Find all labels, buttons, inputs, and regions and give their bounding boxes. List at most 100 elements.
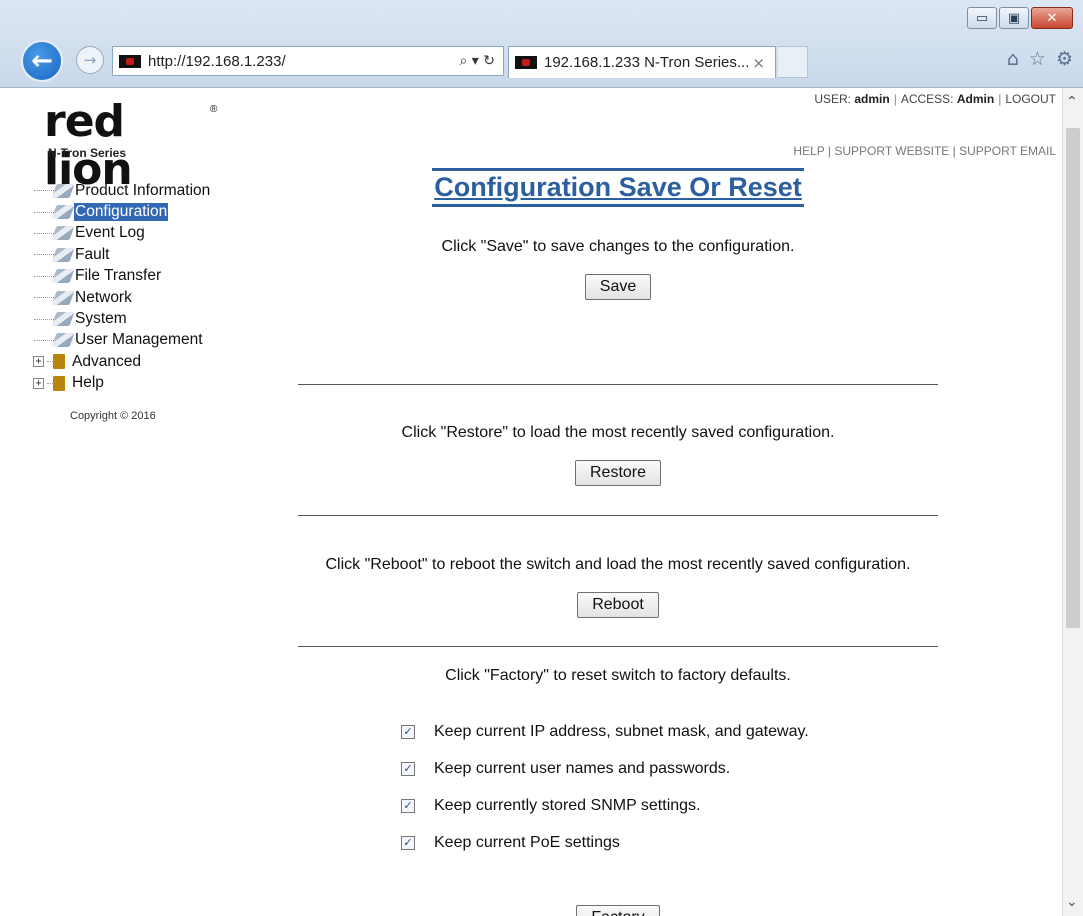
access-level: Admin [956,92,995,106]
reboot-button[interactable]: Reboot [577,592,659,618]
keep-snmp-label: Keep currently stored SNMP settings. [434,796,701,814]
registered-mark: ® [210,104,218,115]
sidebar-item-network[interactable]: Network [34,287,234,308]
sidebar-item-fault[interactable]: Fault [34,244,234,265]
page-icon [51,290,75,305]
factory-button-row: Factory [298,905,938,916]
sidebar-item-label: User Management [75,331,203,349]
user-label: USER: [814,92,852,106]
keep-users-label: Keep current user names and passwords. [434,759,731,777]
save-button[interactable]: Save [584,274,652,300]
page-icon [51,312,75,327]
gear-icon[interactable]: ⚙ [1056,48,1073,70]
window-controls: ▭ ▣ ✕ [967,7,1073,29]
back-button[interactable]: ← [21,40,63,82]
address-bar[interactable]: http://192.168.1.233/ ⌕ ▾ ↻ [112,46,504,76]
sidebar-tree: Product Information Configuration Event … [33,180,234,394]
keep-ip-checkbox[interactable]: ✓ [401,724,415,739]
factory-description: Click "Factory" to reset switch to facto… [445,667,791,684]
search-refresh-controls[interactable]: ⌕ ▾ ↻ [460,53,496,69]
sidebar-item-label: File Transfer [75,267,162,285]
browser-window: ▭ ▣ ✕ ← → http://192.168.1.233/ ⌕ ▾ ↻ 19… [0,0,1083,916]
page-icon [51,333,75,348]
minimize-button[interactable]: ▭ [967,7,997,29]
keep-snmp-option[interactable]: ✓ Keep currently stored SNMP settings. [401,787,938,824]
tab-title: 192.168.1.233 N-Tron Series... [544,54,750,71]
copyright-text: Copyright © 2016 [70,410,156,422]
save-section: Click "Save" to save changes to the conf… [298,212,938,384]
sidebar-item-help[interactable]: + Help [33,373,234,394]
page-icon [51,226,75,241]
scrollbar-thumb[interactable] [1066,128,1080,628]
favicon-icon [119,54,141,68]
support-website-link[interactable]: SUPPORT WEBSITE [834,144,949,158]
browser-tools: ⌂ ☆ ⚙ [1007,48,1073,70]
star-icon[interactable]: ☆ [1029,48,1046,70]
keep-poe-label: Keep current PoE settings [434,833,620,851]
forward-button[interactable]: → [76,46,104,74]
sidebar-item-label: Event Log [75,224,145,242]
close-window-button[interactable]: ✕ [1031,7,1073,29]
save-description: Click "Save" to save changes to the conf… [441,238,795,255]
help-links: HELP | SUPPORT WEBSITE | SUPPORT EMAIL [793,144,1056,158]
address-url[interactable]: http://192.168.1.233/ [148,53,460,70]
page-title-text: Configuration Save Or Reset [432,168,804,207]
tab-favicon-icon [515,56,537,69]
page-icon [51,247,75,262]
main-panel: Configuration Save Or Reset Click "Save"… [298,168,938,916]
folder-icon [53,354,65,370]
red-lion-logo: red lion ® N-Tron Series [44,98,224,194]
browser-tab[interactable]: 192.168.1.233 N-Tron Series... × [508,46,776,78]
keep-ip-option[interactable]: ✓ Keep current IP address, subnet mask, a… [401,713,938,750]
tab-close-icon[interactable]: × [752,54,765,72]
reboot-description: Click "Reboot" to reboot the switch and … [325,556,911,573]
page-title: Configuration Save Or Reset [298,168,938,212]
sidebar-item-label: Help [72,374,104,392]
factory-section: Click "Factory" to reset switch to facto… [298,647,938,685]
sidebar-item-label: Configuration [74,203,169,222]
expand-icon[interactable]: + [33,377,44,389]
factory-options: ✓ Keep current IP address, subnet mask, a… [298,713,938,861]
sidebar-item-user-management[interactable]: User Management [34,330,234,351]
sidebar-item-event-log[interactable]: Event Log [34,223,234,244]
support-email-link[interactable]: SUPPORT EMAIL [959,144,1056,158]
page-icon [51,205,75,220]
folder-icon [53,375,65,391]
home-icon[interactable]: ⌂ [1007,48,1019,70]
restore-section: Click "Restore" to load the most recentl… [298,385,938,515]
restore-description: Click "Restore" to load the most recentl… [401,424,835,441]
keep-ip-label: Keep current IP address, subnet mask, an… [434,722,809,740]
user-bar: USER: admin | ACCESS: Admin | LOGOUT [814,92,1056,106]
page-icon [51,269,75,284]
sidebar-item-label: Fault [75,245,110,263]
logout-link[interactable]: LOGOUT [1005,92,1056,106]
keep-users-option[interactable]: ✓ Keep current user names and passwords. [401,750,938,787]
restore-button[interactable]: Restore [574,460,662,486]
browser-chrome: ▭ ▣ ✕ ← → http://192.168.1.233/ ⌕ ▾ ↻ 19… [0,0,1083,88]
scroll-up-icon[interactable]: ⌃ [1066,94,1078,110]
vertical-scrollbar[interactable]: ⌃ ⌄ [1062,88,1083,916]
sidebar-item-configuration[interactable]: Configuration [34,201,234,222]
scroll-down-icon[interactable]: ⌄ [1066,894,1078,910]
page-content: red lion ® N-Tron Series USER: admin | ACC… [0,88,1062,916]
sidebar-item-system[interactable]: System [34,308,234,329]
factory-button[interactable]: Factory [576,905,660,916]
sidebar-item-label: Product Information [75,181,211,199]
access-label: ACCESS: [900,92,954,106]
reboot-section: Click "Reboot" to reboot the switch and … [298,516,938,646]
user-name: admin [854,92,890,106]
sidebar-item-product-information[interactable]: Product Information [34,180,234,201]
sidebar-item-advanced[interactable]: + Advanced [33,351,234,372]
keep-poe-checkbox[interactable]: ✓ [401,835,415,850]
sidebar-item-label: System [75,310,127,328]
keep-poe-option[interactable]: ✓ Keep current PoE settings [401,824,938,861]
new-tab-button[interactable] [778,46,808,78]
expand-icon[interactable]: + [33,356,44,368]
maximize-button[interactable]: ▣ [999,7,1029,29]
logo-subtitle: N-Tron Series [48,146,127,160]
sidebar-item-file-transfer[interactable]: File Transfer [34,266,234,287]
help-link[interactable]: HELP [793,144,824,158]
keep-snmp-checkbox[interactable]: ✓ [401,798,415,813]
sidebar-item-label: Advanced [72,352,141,370]
keep-users-checkbox[interactable]: ✓ [401,761,415,776]
